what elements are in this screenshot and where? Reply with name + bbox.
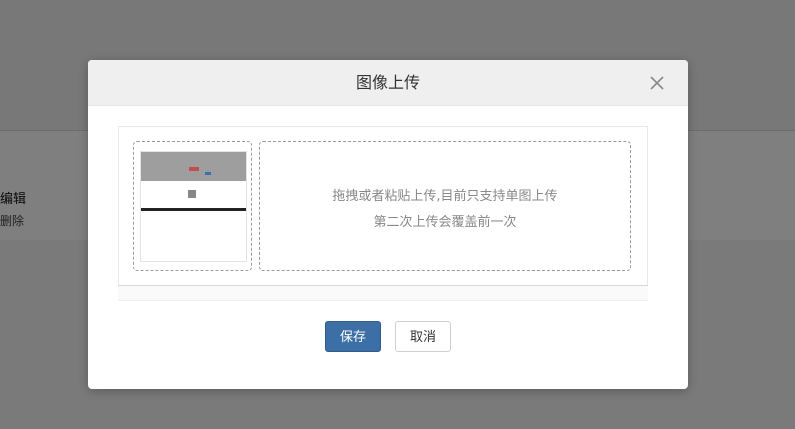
dialog-header: 图像上传 [88,60,688,106]
preview-thumbnail [140,151,247,262]
cancel-button[interactable]: 取消 [395,321,451,352]
image-upload-dialog: 图像上传 拖拽或者粘贴上传,目前只支持单图上传 第二次上传会覆盖前一次 保存 取… [88,60,688,389]
thumbnail-button [205,172,211,175]
dialog-title: 图像上传 [355,73,420,92]
upload-panel-footer [118,286,648,301]
uploaded-image-preview[interactable] [133,141,252,271]
close-icon[interactable] [648,74,666,92]
thumbnail-logo [189,167,199,171]
thumbnail-bar [141,208,246,211]
dropzone-note: 第二次上传会覆盖前一次 [373,215,517,230]
upload-dropzone[interactable]: 拖拽或者粘贴上传,目前只支持单图上传 第二次上传会覆盖前一次 [259,141,631,271]
save-button[interactable]: 保存 [325,321,381,352]
thumbnail-qr-code [188,190,196,198]
dropzone-instruction: 拖拽或者粘贴上传,目前只支持单图上传 [332,189,558,204]
